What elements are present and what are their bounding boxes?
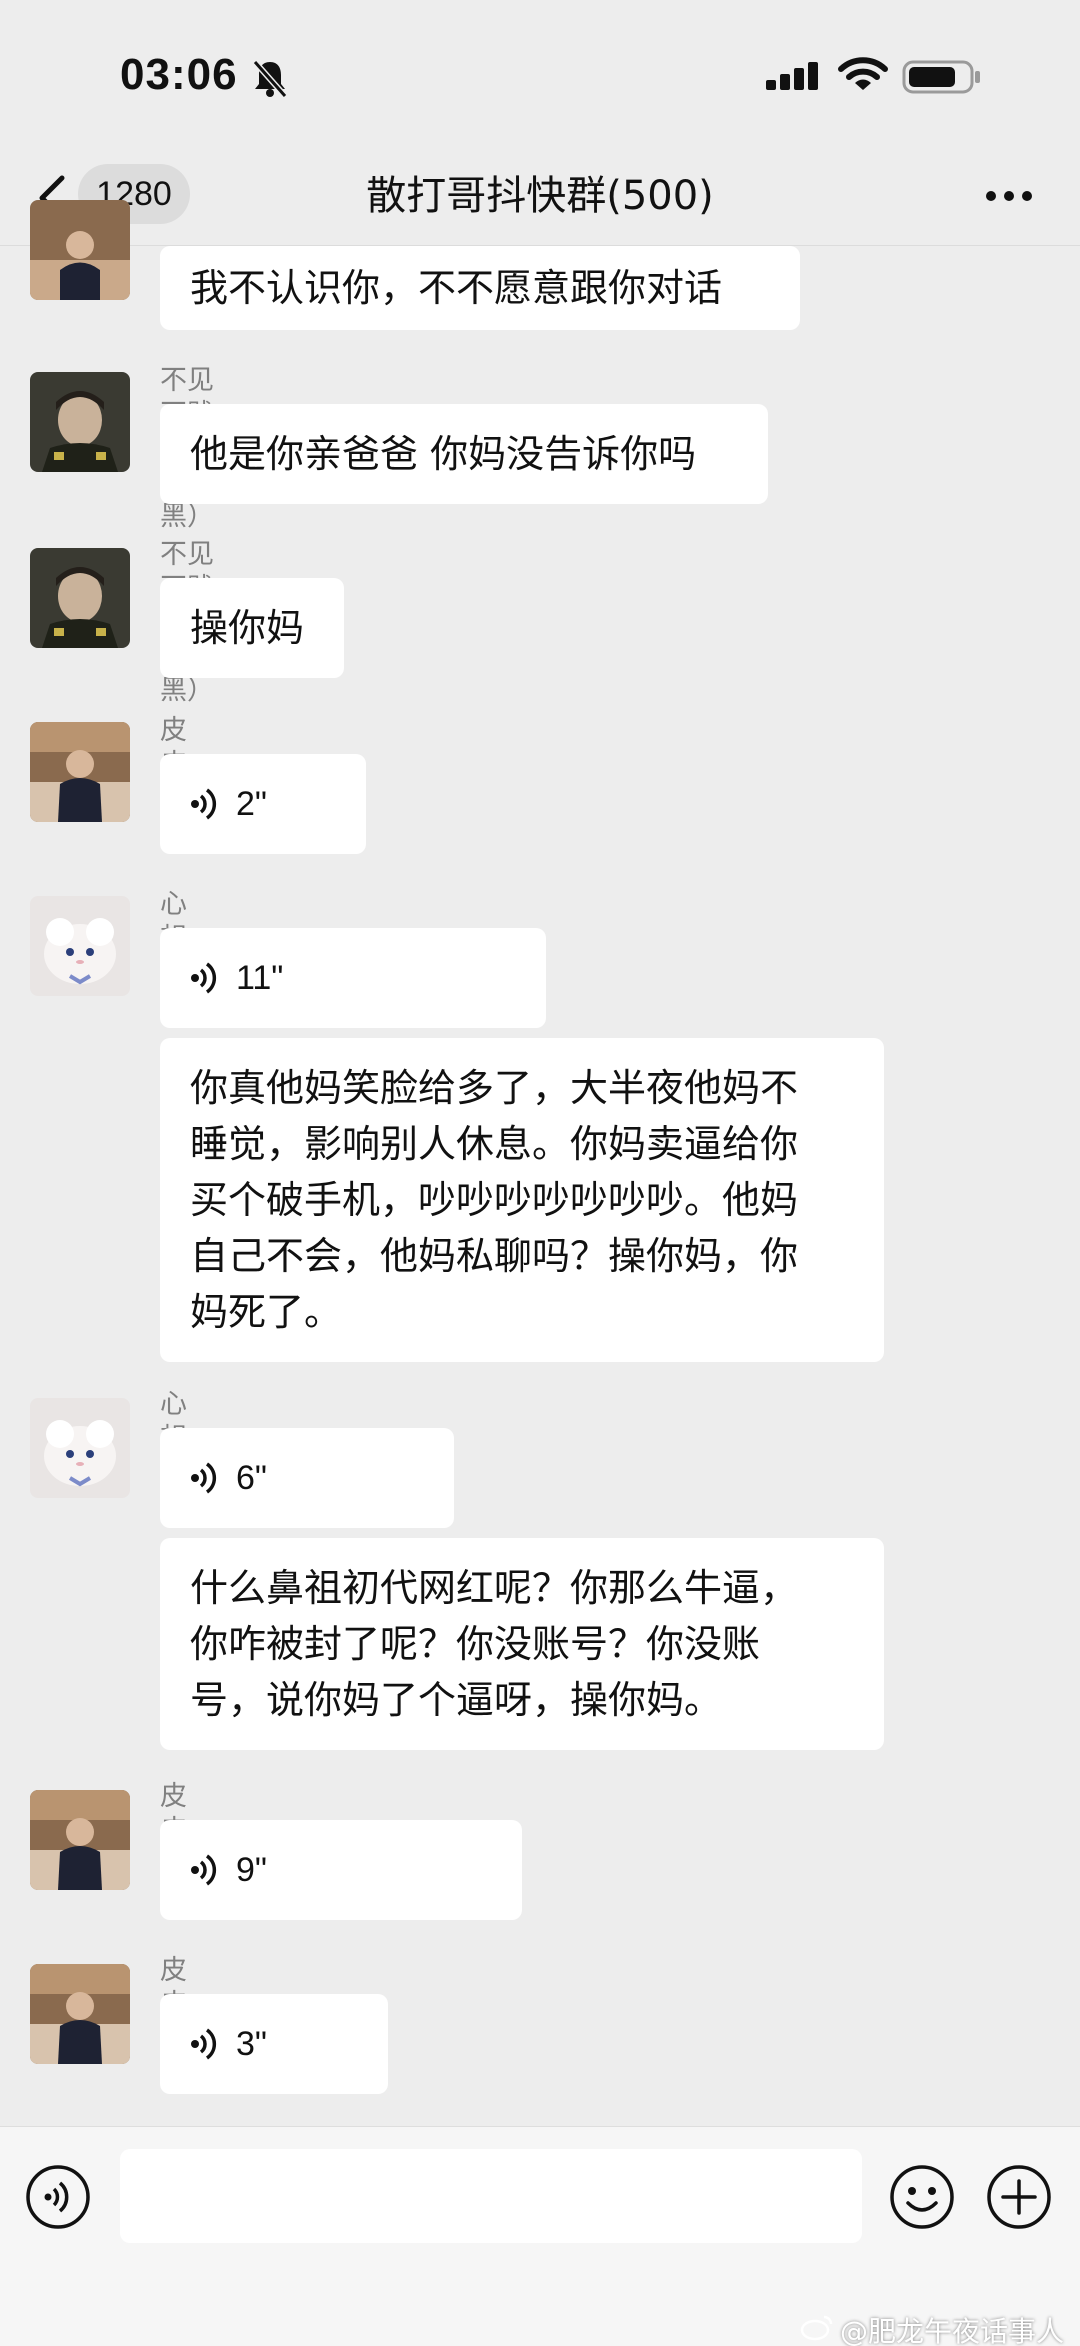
status-bar: 03:06: [0, 0, 1080, 150]
watermark: @肥龙午夜话事人: [800, 2310, 1064, 2346]
bell-muted-icon: [252, 58, 288, 102]
voice-duration: 11": [236, 959, 284, 997]
message-bubble[interactable]: 操你妈: [160, 578, 344, 678]
message-text: 操你妈: [190, 606, 305, 650]
avatar[interactable]: [30, 896, 130, 996]
wifi-icon: [838, 56, 888, 98]
message-bubble[interactable]: 我不认识你，不不愿意跟你对话: [160, 246, 800, 330]
voice-wave-icon: [191, 1854, 217, 1886]
message-text-line: 你真他妈笑脸给多了，大半夜他妈不: [190, 1066, 799, 1110]
more-options-icon[interactable]: [984, 188, 1034, 207]
message-bubble[interactable]: 你真他妈笑脸给多了，大半夜他妈不 睡觉，影响别人休息。你妈卖逼给你 买个破手机，…: [160, 1038, 884, 1362]
voice-message-bubble[interactable]: 3": [160, 1994, 388, 2094]
message-text-line: 你咋被封了呢？你没账号？你没账: [190, 1622, 761, 1666]
avatar[interactable]: [30, 722, 130, 822]
message-text-line: 什么鼻祖初代网红呢？你那么牛逼，: [190, 1566, 799, 1610]
weibo-logo-icon: [800, 2313, 834, 2346]
emoji-icon[interactable]: [888, 2163, 956, 2235]
message-input[interactable]: [120, 2149, 862, 2243]
chat-header: 1280 散打哥抖快群(500): [0, 150, 1080, 246]
voice-input-icon[interactable]: [24, 2163, 92, 2235]
avatar[interactable]: [30, 1964, 130, 2064]
status-time: 03:06: [120, 50, 238, 99]
voice-message-bubble[interactable]: 9": [160, 1820, 522, 1920]
message-text-line: 睡觉，影响别人休息。你妈卖逼给你: [190, 1122, 799, 1166]
message-text-line: 自己不会，他妈私聊吗？操你妈，你: [190, 1234, 799, 1278]
voice-wave-icon: [191, 962, 217, 994]
voice-duration: 2": [236, 785, 267, 823]
voice-duration: 6": [236, 1459, 267, 1497]
avatar[interactable]: [30, 548, 130, 648]
voice-message-bubble[interactable]: 2": [160, 754, 366, 854]
plus-icon[interactable]: [985, 2163, 1053, 2235]
message-text: 他是你亲爸爸 你妈没告诉你吗: [190, 432, 697, 476]
watermark-text: @肥龙午夜话事人: [840, 2315, 1065, 2346]
voice-duration: 3": [236, 2025, 267, 2063]
voice-message-bubble[interactable]: 6": [160, 1428, 454, 1528]
voice-wave-icon: [191, 2028, 217, 2060]
message-text-line: 买个破手机，吵吵吵吵吵吵吵。他妈: [190, 1178, 799, 1222]
voice-message-bubble[interactable]: 11": [160, 928, 546, 1028]
message-text: 我不认识你，不不愿意跟你对话: [190, 266, 723, 310]
message-text-line: 妈死了。: [190, 1290, 343, 1334]
message-bubble[interactable]: 什么鼻祖初代网红呢？你那么牛逼， 你咋被封了呢？你没账号？你没账 号，说你妈了个…: [160, 1538, 884, 1750]
message-bubble[interactable]: 他是你亲爸爸 你妈没告诉你吗: [160, 404, 768, 504]
avatar[interactable]: [30, 1790, 130, 1890]
signal-icon: [764, 60, 822, 96]
voice-wave-icon: [191, 1462, 217, 1494]
chat-title: 散打哥抖快群(500): [366, 173, 714, 219]
battery-icon: [902, 60, 982, 98]
voice-wave-icon: [191, 788, 217, 820]
avatar[interactable]: [30, 1398, 130, 1498]
avatar[interactable]: [30, 372, 130, 472]
avatar[interactable]: [30, 200, 130, 300]
voice-duration: 9": [236, 1851, 267, 1889]
message-text-line: 号，说你妈了个逼呀，操你妈。: [190, 1678, 723, 1722]
